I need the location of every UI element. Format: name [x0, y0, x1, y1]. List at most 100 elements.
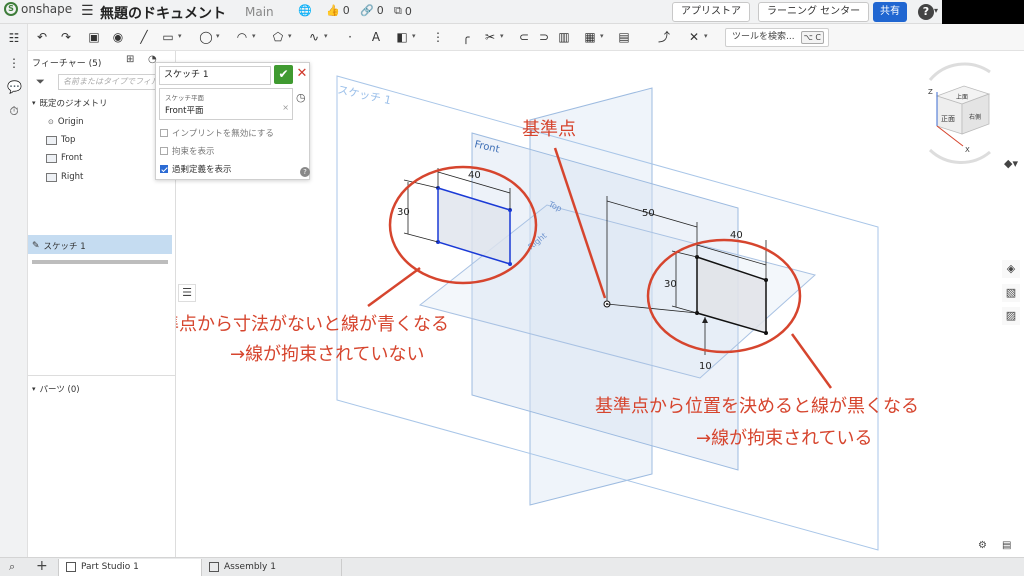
- chevron-down-icon[interactable]: ▾: [178, 32, 182, 40]
- dim-line-width-left[interactable]: [437, 171, 511, 194]
- branch-label[interactable]: Main: [245, 5, 274, 19]
- rect-vertex[interactable]: [764, 331, 768, 335]
- option-show-constraints[interactable]: 拘束を表示: [160, 145, 215, 157]
- tree-item-front[interactable]: Front: [46, 153, 83, 163]
- rect-vertex[interactable]: [508, 262, 512, 266]
- view-cube-top[interactable]: 上面: [956, 93, 968, 101]
- confirm-button[interactable]: ✔: [274, 65, 293, 84]
- dim-height-left[interactable]: 30: [397, 207, 410, 218]
- option-show-overdefined[interactable]: 過剰定義を表示: [160, 163, 232, 175]
- like-button[interactable]: 👍 0: [326, 4, 350, 17]
- rect-vertex[interactable]: [695, 255, 699, 259]
- dimension-tool-icon[interactable]: ⤴: [656, 29, 672, 45]
- unconstrained-rectangle[interactable]: [437, 186, 511, 266]
- dim-offset-y[interactable]: 10: [699, 361, 712, 372]
- spline-tool-icon[interactable]: ∿: [306, 29, 322, 45]
- chevron-down-icon[interactable]: ▾: [324, 32, 328, 40]
- tree-item-right[interactable]: Right: [46, 172, 83, 182]
- rect-vertex[interactable]: [436, 186, 440, 190]
- section-view-icon[interactable]: ▤: [1002, 540, 1011, 551]
- transform-icon[interactable]: ▤: [616, 29, 632, 45]
- constrained-rectangle[interactable]: [696, 255, 767, 334]
- text-tool-icon[interactable]: A: [368, 29, 384, 45]
- dim-line-offset-x[interactable]: [606, 200, 698, 228]
- mirror-tool-icon[interactable]: ⊃: [536, 29, 552, 45]
- link-count[interactable]: 🔗 0: [360, 4, 384, 17]
- display-mode-icon[interactable]: ⚙: [978, 540, 987, 551]
- line-tool-icon[interactable]: ╱: [136, 29, 152, 45]
- offset-tool-icon[interactable]: ⊂: [516, 29, 532, 45]
- document-title[interactable]: 無題のドキュメント: [100, 3, 226, 23]
- tree-item-sketch[interactable]: ✎ スケッチ 1: [32, 240, 86, 252]
- feature-list-icon[interactable]: ☷: [7, 31, 21, 45]
- measure-panel-icon[interactable]: ▧: [1002, 284, 1020, 302]
- checkbox[interactable]: [160, 147, 168, 155]
- checkbox-checked[interactable]: [160, 165, 168, 173]
- circular-pattern-icon[interactable]: ▦: [582, 29, 598, 45]
- list-toggle-icon[interactable]: ☰: [178, 284, 196, 302]
- point-tool-icon[interactable]: ·: [342, 29, 358, 45]
- new-sketch-icon[interactable]: ▣: [86, 29, 102, 45]
- chevron-down-icon[interactable]: ▾: [216, 32, 220, 40]
- learning-center-button[interactable]: ラーニング センター: [758, 2, 870, 22]
- redo-icon[interactable]: ↷: [58, 29, 74, 45]
- chevron-down-icon[interactable]: ▾: [500, 32, 504, 40]
- document-menu-icon[interactable]: ☰: [81, 4, 94, 18]
- copy-count[interactable]: ⧉ 0: [394, 4, 412, 18]
- rect-vertex[interactable]: [436, 240, 440, 244]
- tree-item-top[interactable]: Top: [46, 135, 75, 145]
- rect-vertex[interactable]: [695, 311, 699, 315]
- tab-manager-icon[interactable]: ⌕: [9, 560, 15, 574]
- fillet-tool-icon[interactable]: ╭: [458, 29, 474, 45]
- tab-part-studio[interactable]: Part Studio 1: [58, 559, 202, 576]
- circle-tool-icon[interactable]: ◯: [198, 29, 214, 45]
- clear-icon[interactable]: ×: [282, 103, 289, 112]
- chevron-down-icon[interactable]: ▾: [704, 32, 708, 40]
- rollback-bar[interactable]: [32, 260, 168, 264]
- tab-assembly[interactable]: Assembly 1: [202, 559, 342, 576]
- option-disable-imprint[interactable]: インプリントを無効にする: [160, 127, 274, 139]
- chevron-down-icon[interactable]: ▾: [288, 32, 292, 40]
- cancel-button[interactable]: ✕: [296, 66, 308, 82]
- linear-pattern-icon[interactable]: ▥: [556, 29, 572, 45]
- polygon-tool-icon[interactable]: ⬠: [270, 29, 286, 45]
- add-tab-icon[interactable]: +: [36, 558, 48, 574]
- view-cube-menu-icon[interactable]: ◆▾: [1002, 155, 1020, 173]
- globe-icon[interactable]: 🌐: [298, 4, 312, 17]
- rectangle-tool-icon[interactable]: ▭: [160, 29, 176, 45]
- dim-line-width-right[interactable]: [696, 244, 767, 266]
- help-icon[interactable]: ?: [300, 167, 310, 177]
- parts-group[interactable]: ▾ パーツ (0): [32, 383, 80, 395]
- comments-icon[interactable]: 💬: [7, 80, 22, 94]
- image-tool-icon[interactable]: ◧: [394, 29, 410, 45]
- add-folder-icon[interactable]: ⊞: [126, 54, 134, 65]
- tool-search-input[interactable]: ツールを検索... ⌥ C: [725, 28, 829, 47]
- panel-divider[interactable]: [28, 375, 176, 376]
- mass-properties-icon[interactable]: ▨: [1002, 307, 1020, 325]
- sketch-plane-field[interactable]: スケッチ平面 Front平面 ×: [159, 88, 293, 120]
- chevron-down-icon[interactable]: ▾: [600, 32, 604, 40]
- chevron-down-icon[interactable]: ▾: [252, 32, 256, 40]
- constraint-tool-icon[interactable]: ✕: [686, 29, 702, 45]
- rect-vertex[interactable]: [508, 208, 512, 212]
- app-store-button[interactable]: アプリストア: [672, 2, 750, 22]
- chevron-down-icon[interactable]: ▾: [934, 6, 938, 15]
- view-cube-right[interactable]: 右側: [969, 113, 981, 121]
- default-geometry-group[interactable]: ▾ 既定のジオメトリ: [32, 97, 108, 109]
- arc-tool-icon[interactable]: ◠: [234, 29, 250, 45]
- help-icon[interactable]: ?: [918, 4, 934, 20]
- trim-tool-icon[interactable]: ✂: [482, 29, 498, 45]
- chevron-down-icon[interactable]: ▾: [412, 32, 416, 40]
- tree-item-origin[interactable]: ⊙ Origin: [48, 117, 84, 127]
- filter-icon[interactable]: ⏷: [36, 75, 45, 89]
- sketch-name-field[interactable]: スケッチ 1: [159, 66, 271, 85]
- dim-width-right[interactable]: 40: [730, 230, 743, 241]
- undo-icon[interactable]: ↶: [34, 29, 50, 45]
- view-cube[interactable]: 上面 正面 右側 Z X: [928, 62, 991, 164]
- rect-vertex[interactable]: [764, 278, 768, 282]
- view-cube-front[interactable]: 正面: [941, 115, 955, 123]
- history-icon[interactable]: ⏱: [7, 104, 21, 118]
- use-icon[interactable]: ◉: [110, 29, 126, 45]
- dim-height-right[interactable]: 30: [664, 279, 677, 290]
- history-icon[interactable]: ◷: [296, 91, 306, 104]
